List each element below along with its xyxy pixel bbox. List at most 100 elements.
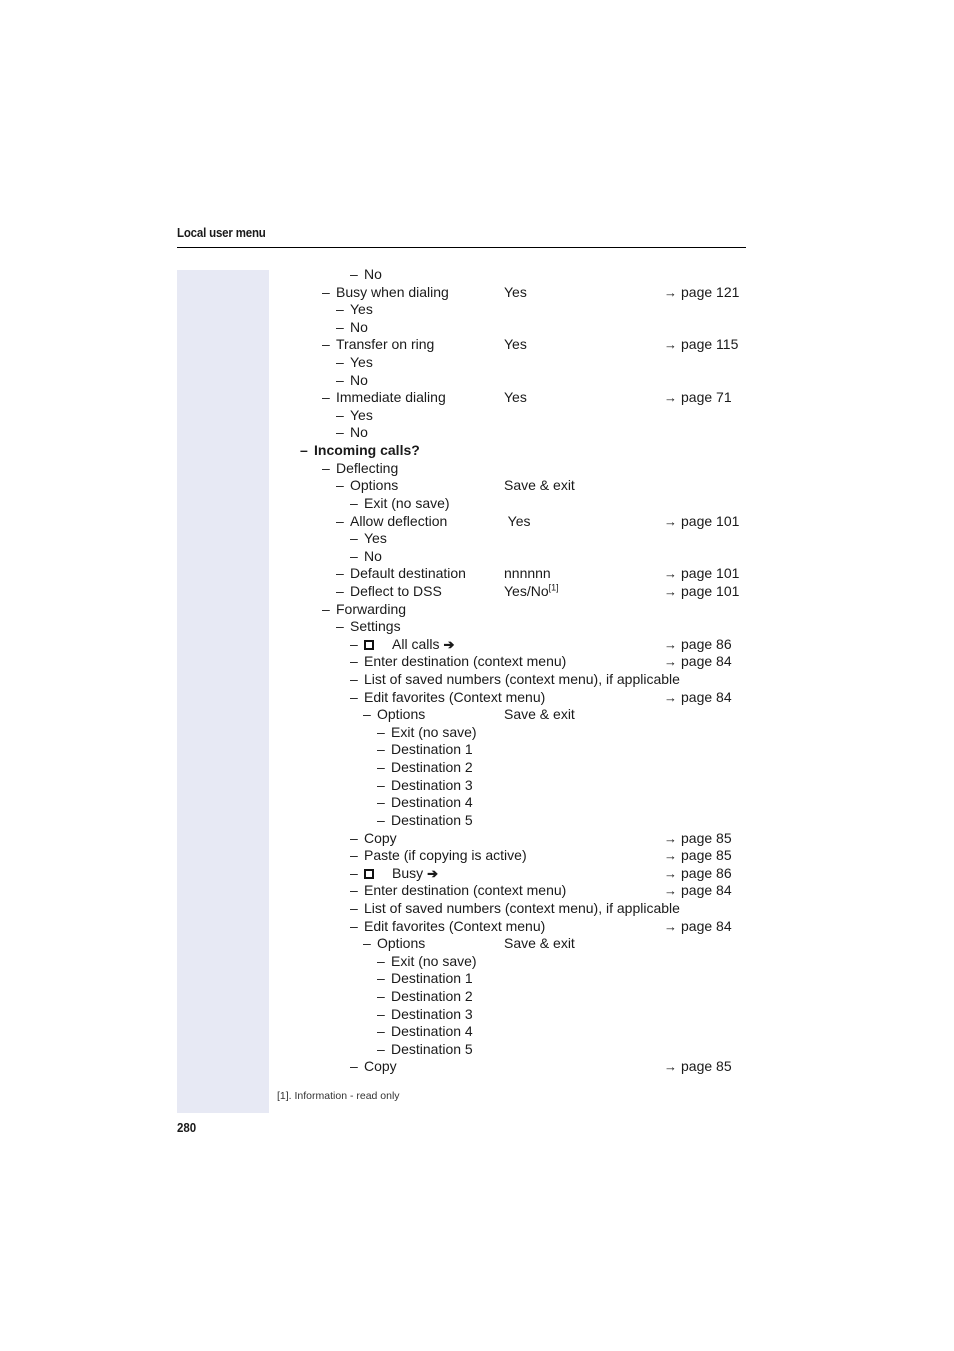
menu-row: – Destination 3 xyxy=(0,777,954,795)
menu-item-label: Yes xyxy=(350,406,373,423)
dash-bullet: – xyxy=(377,987,385,1004)
default-value: Yes xyxy=(504,389,527,407)
page-reference-link[interactable]: → page 115 xyxy=(664,336,738,354)
menu-item-label: Forwarding xyxy=(336,600,407,617)
menu-item-label: Exit (no save) xyxy=(364,494,450,511)
page-reference-text: page 121 xyxy=(681,283,740,300)
footnote-marker: [1] xyxy=(548,582,559,593)
dash-bullet: – xyxy=(350,688,358,705)
default-value-text: Yes xyxy=(504,283,527,300)
menu-item: – Immediate dialing xyxy=(322,389,446,407)
page-reference-text: page 85 xyxy=(681,1058,732,1075)
menu-item-label: Options xyxy=(377,706,426,723)
default-value-text: Yes xyxy=(504,389,527,406)
default-value-text: Yes xyxy=(504,512,531,529)
menu-row: – Busy when dialing Yes → page 121 xyxy=(0,284,954,302)
dash-bullet: – xyxy=(336,371,344,388)
menu-item: – Paste (if copying is active) xyxy=(350,847,527,865)
default-value: Yes xyxy=(504,284,527,302)
page-reference-link[interactable]: → page 86 xyxy=(664,865,732,883)
page-number: 280 xyxy=(177,1121,197,1135)
dash-bullet: – xyxy=(350,671,358,688)
page-reference-link[interactable]: → page 85 xyxy=(664,847,732,865)
menu-item: – Yes xyxy=(350,530,387,548)
menu-row: – No xyxy=(0,548,954,566)
page-reference-link[interactable]: → page 71 xyxy=(664,389,732,407)
dash-bullet: – xyxy=(350,653,358,670)
page-reference-link[interactable]: → page 101 xyxy=(664,583,739,601)
page-reference-link[interactable]: → page 84 xyxy=(664,689,732,707)
page-reference-link[interactable]: → page 101 xyxy=(664,513,739,531)
default-value: nnnnnn xyxy=(504,565,551,583)
menu-row: – Default destination nnnnnn → page 101 xyxy=(0,565,954,583)
menu-item: – Yes xyxy=(336,407,373,425)
menu-item: – Busy when dialing xyxy=(322,284,449,302)
dash-bullet: – xyxy=(350,266,358,282)
menu-row: – Transfer on ring Yes → page 115 xyxy=(0,336,954,354)
page-reference-link[interactable]: → page 84 xyxy=(664,918,732,936)
menu-item-label: Enter destination (context menu) xyxy=(364,882,567,899)
page-reference-link[interactable]: → page 85 xyxy=(664,830,732,848)
dash-bullet: – xyxy=(322,336,330,353)
default-value-text: nnnnnn xyxy=(504,565,551,582)
arrow-right-icon: → xyxy=(664,1059,677,1075)
page-reference-text: page 85 xyxy=(681,847,732,864)
dash-bullet: – xyxy=(377,811,385,828)
page-reference-text: page 86 xyxy=(681,635,732,652)
menu-row: – Destination 4 xyxy=(0,794,954,812)
menu-item-label: Destination 2 xyxy=(391,987,473,1004)
menu-item: – Enter destination (context menu) xyxy=(350,653,566,671)
dash-bullet: – xyxy=(322,459,330,476)
menu-item-label: No xyxy=(364,266,382,282)
dash-bullet: – xyxy=(350,530,358,547)
page-reference-link[interactable]: → page 101 xyxy=(664,565,739,583)
menu-item-label: Destination 5 xyxy=(391,1040,473,1057)
menu-item: – Destination 3 xyxy=(377,777,473,795)
menu-item-label: Options xyxy=(350,477,399,494)
menu-item-label: Destination 4 xyxy=(391,1023,473,1040)
menu-row: – Destination 1 xyxy=(0,970,954,988)
menu-row: – Copy → page 85 xyxy=(0,1058,954,1076)
menu-item: – Destination 1 xyxy=(377,970,473,988)
menu-row: – Exit (no save) xyxy=(0,724,954,742)
dash-bullet: – xyxy=(377,1023,385,1040)
menu-row: – Deflect to DSS Yes/No[1] → page 101 xyxy=(0,583,954,601)
menu-row: – Enter destination (context menu) → page 8… xyxy=(0,882,954,900)
dash-bullet: – xyxy=(350,829,358,846)
page-reference-link[interactable]: → page 121 xyxy=(664,284,739,302)
menu-item: – Edit favorites (Context menu) xyxy=(350,918,545,936)
menu-row: – Allow deflection Yes → page 101 xyxy=(0,513,954,531)
menu-item: – Yes xyxy=(336,354,373,372)
default-value: Save & exit xyxy=(504,935,575,953)
menu-item-label: List of saved numbers (context menu), if… xyxy=(364,899,680,916)
menu-row: – Options Save & exit xyxy=(0,706,954,724)
menu-row: – Destination 4 xyxy=(0,1023,954,1041)
default-value-text: Save & exit xyxy=(504,706,575,723)
dash-bullet: – xyxy=(377,776,385,793)
page-reference-link[interactable]: → page 84 xyxy=(664,882,732,900)
menu-row: – Edit favorites (Context menu) → page 84 xyxy=(0,918,954,936)
dash-bullet: – xyxy=(350,847,358,864)
dash-bullet: – xyxy=(363,935,371,952)
menu-item-label: Busy xyxy=(392,864,424,881)
menu-row: – Copy → page 85 xyxy=(0,830,954,848)
dash-bullet: – xyxy=(322,283,330,300)
arrow-right-icon: → xyxy=(664,830,677,846)
forward-arrow-icon: ➔ xyxy=(427,865,439,881)
page-reference-link[interactable]: → page 86 xyxy=(664,636,732,654)
menu-row: – No xyxy=(0,372,954,390)
arrow-right-icon: → xyxy=(664,865,677,881)
menu-item: – List of saved numbers (context menu), i… xyxy=(350,900,680,918)
menu-item-label: No xyxy=(350,424,368,441)
menu-item-label: List of saved numbers (context menu), if… xyxy=(364,671,680,688)
dash-bullet: – xyxy=(336,512,344,529)
function-key-icon xyxy=(364,639,374,650)
default-value-text: Yes/No xyxy=(504,582,549,599)
page-reference-link[interactable]: → page 85 xyxy=(664,1058,732,1076)
menu-item: – Exit (no save) xyxy=(377,724,477,742)
page-reference-link[interactable]: → page 84 xyxy=(664,653,732,671)
dash-bullet: – xyxy=(350,882,358,899)
menu-item: – Exit (no save) xyxy=(377,953,477,971)
dash-bullet: – xyxy=(336,424,344,441)
menu-item: – Enter destination (context menu) xyxy=(350,882,566,900)
